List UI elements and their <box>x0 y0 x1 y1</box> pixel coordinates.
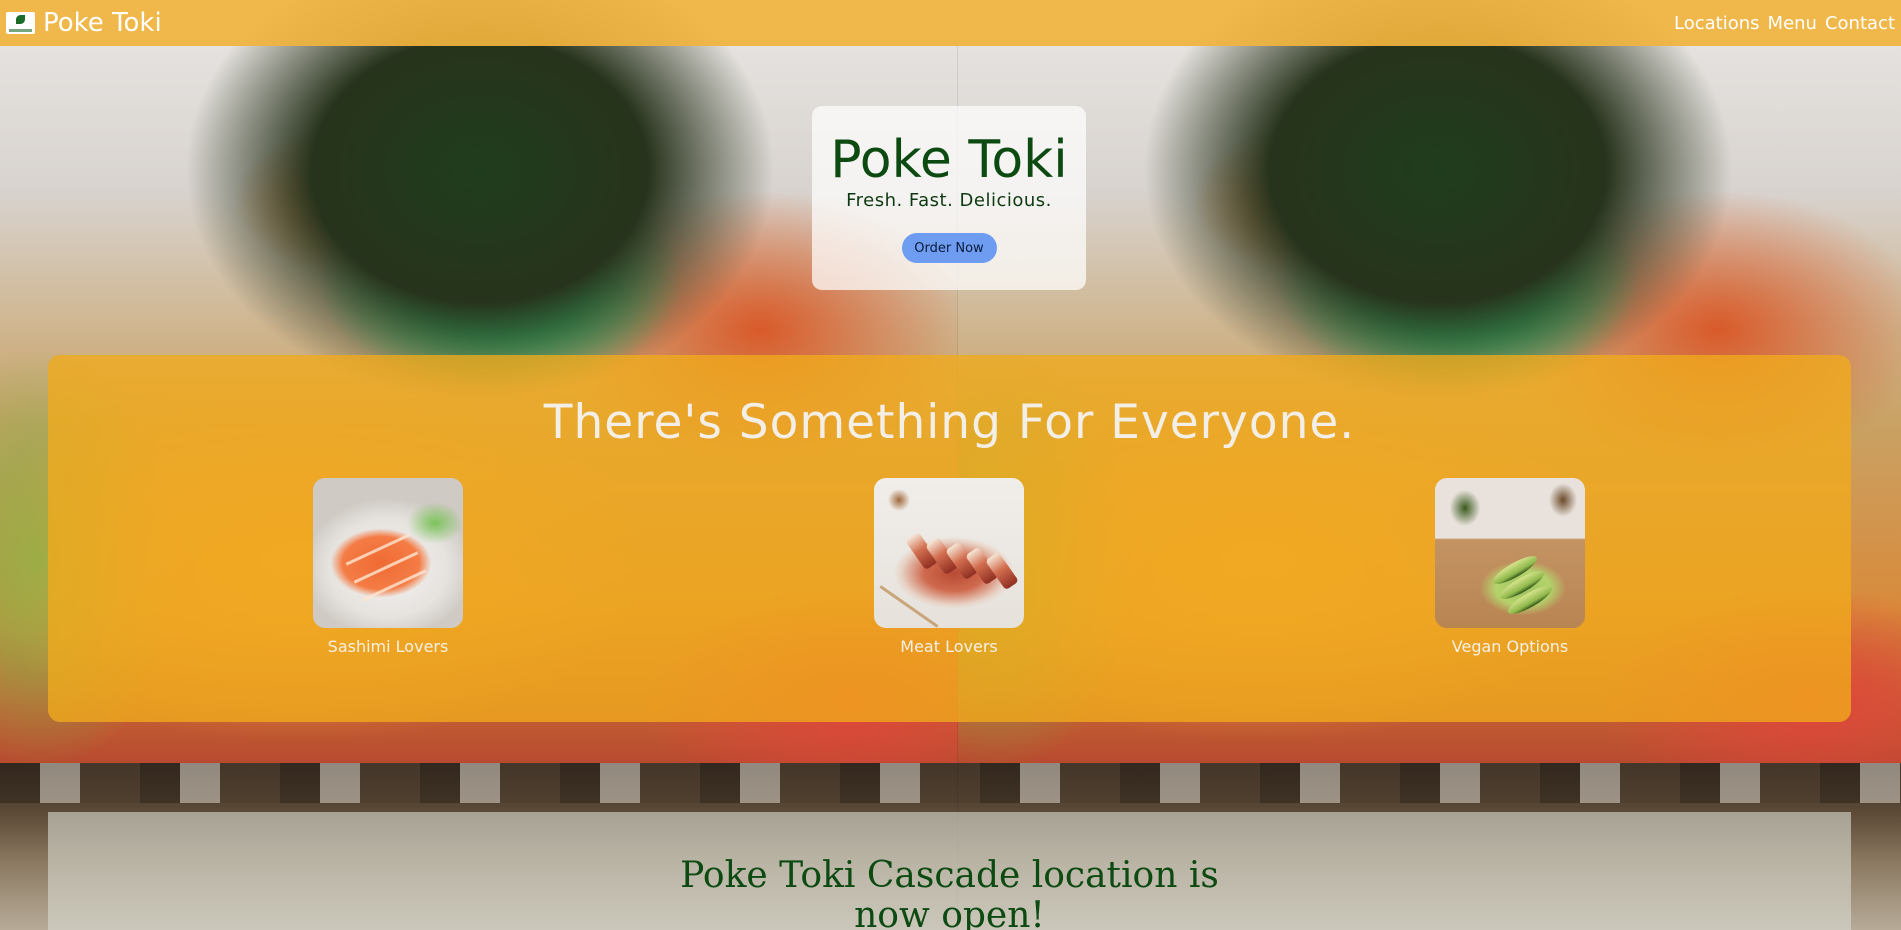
order-now-button[interactable]: Order Now <box>901 233 997 263</box>
hero-card: Poke Toki Fresh. Fast. Delicious. Order … <box>812 106 1086 290</box>
navbar: Poke Toki Locations Menu Contact <box>0 0 1901 46</box>
news-panel: Poke Toki Cascade location is now open! <box>48 812 1851 930</box>
poke-toki-logo-icon <box>6 12 35 34</box>
nav-links: Locations Menu Contact <box>1674 13 1895 34</box>
brand-name: Poke Toki <box>43 8 162 38</box>
hero-subtitle: Fresh. Fast. Delicious. <box>846 190 1052 211</box>
nav-link-menu[interactable]: Menu <box>1768 13 1817 34</box>
hero-title: Poke Toki <box>830 130 1068 190</box>
brand-link[interactable]: Poke Toki <box>6 8 162 38</box>
option-label: Meat Lovers <box>900 637 998 656</box>
options-heading: There's Something For Everyone. <box>543 395 1356 450</box>
salmon-sashimi-image <box>313 478 463 628</box>
option-label: Sashimi Lovers <box>327 637 449 656</box>
option-sashimi-lovers[interactable]: Sashimi Lovers <box>298 478 478 656</box>
options-panel: There's Something For Everyone. Sashimi … <box>48 355 1851 722</box>
roast-pork-image <box>874 478 1024 628</box>
nav-link-locations[interactable]: Locations <box>1674 13 1760 34</box>
news-title: Poke Toki Cascade location is now open! <box>680 855 1219 930</box>
option-meat-lovers[interactable]: Meat Lovers <box>859 478 1039 656</box>
avocado-image <box>1435 478 1585 628</box>
nav-link-contact[interactable]: Contact <box>1825 13 1895 34</box>
option-vegan-options[interactable]: Vegan Options <box>1420 478 1600 656</box>
option-label: Vegan Options <box>1451 637 1569 656</box>
